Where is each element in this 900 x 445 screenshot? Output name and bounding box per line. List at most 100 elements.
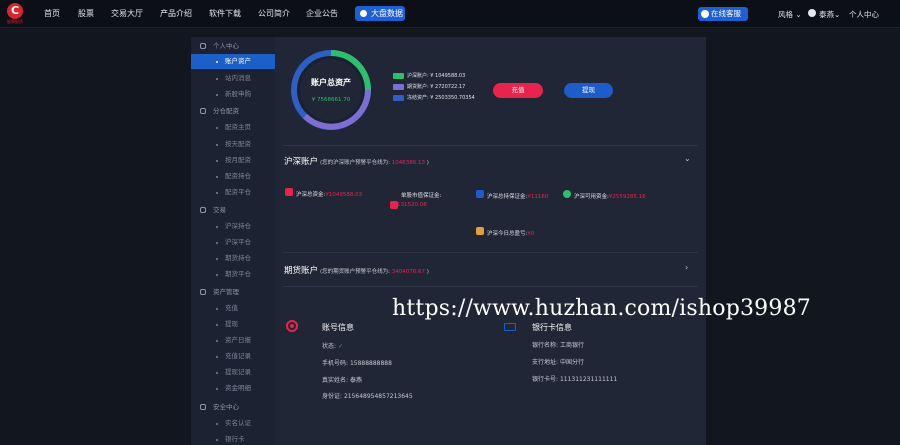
field-value: 工商银行: [559, 342, 584, 349]
chevron-down-icon: ⌄: [834, 10, 841, 19]
assets-donut-chart: [291, 50, 371, 130]
nav-home[interactable]: 首页: [44, 8, 60, 19]
sidebar-group-label: 资产管理: [213, 288, 239, 296]
field-value: 215648954857213645: [343, 393, 413, 400]
stat-value: ¥1049588.03: [325, 192, 363, 198]
warning-text: (您的期货账户预警平仓线为:: [320, 269, 390, 275]
sidebar-group-trade[interactable]: 交易: [191, 203, 275, 217]
sidebar-group-label: 交易: [213, 206, 226, 214]
stat-hs-available: 沪深可用资金:¥2559285.16: [563, 190, 646, 200]
bank-card-icon: [504, 323, 516, 331]
chevron-down-icon: ⌄: [795, 10, 802, 19]
logo-mark: C: [7, 3, 23, 19]
account-id-card: 身份证: 215648954857213645: [322, 391, 413, 400]
hs-account-warning: (您的沪深账户预警平仓线为: 1046386.13 ): [320, 158, 429, 166]
stat-label: 单股市值保证金:: [401, 193, 442, 199]
stat-value: ¥2559285.16: [608, 194, 646, 200]
sidebar-item-alloc-close[interactable]: 配资平仓: [191, 185, 275, 200]
user-menu[interactable]: 泰燕⌄: [819, 9, 840, 20]
hs-account-title: 沪深账户: [284, 157, 319, 167]
sidebar-item-bank-card[interactable]: 银行卡: [191, 432, 275, 445]
sidebar-item-ft-positions[interactable]: 期货持仓: [191, 251, 275, 266]
nav-products[interactable]: 产品介绍: [160, 8, 192, 19]
stat-value: ¥0: [527, 231, 535, 237]
site-logo[interactable]: C 股票配资: [4, 3, 26, 25]
style-label: 风格: [778, 10, 793, 19]
legend-label: 冻结资产: ¥ 2503350.70354: [407, 95, 475, 101]
sidebar-group-label: 个人中心: [213, 42, 239, 50]
sidebar-item-hs-close[interactable]: 沪深平仓: [191, 235, 275, 250]
sidebar-item-ipo[interactable]: 新股申购: [191, 87, 275, 102]
sidebar-item-messages[interactable]: 站内消息: [191, 71, 275, 86]
field-value: 中国分行: [559, 359, 584, 366]
personal-center-link[interactable]: 个人中心: [849, 9, 879, 20]
market-data-button[interactable]: 大盘数据: [355, 6, 405, 21]
account-phone: 手机号码: 15888888888: [322, 358, 392, 367]
online-service-label: 在线客服: [711, 9, 741, 18]
nav-company[interactable]: 公司简介: [258, 8, 290, 19]
sidebar-item-alloc-home[interactable]: 配资主页: [191, 120, 275, 135]
chart-icon: [360, 10, 367, 17]
main-panel: 账户总资产 ¥ 7568661.70 沪深账户: ¥ 1049588.03 期货…: [275, 37, 706, 445]
legend-frozen-assets: 冻结资产: ¥ 2503350.70354: [393, 94, 475, 102]
bank-card-number: 银行卡号: 111311231111111: [532, 374, 617, 383]
sidebar-item-daily-alloc[interactable]: 按天配资: [191, 137, 275, 152]
sidebar-item-account-assets[interactable]: 账户资产: [191, 54, 275, 69]
sidebar-item-ft-close[interactable]: 期货平仓: [191, 267, 275, 282]
sidebar-item-daily-report[interactable]: 资产日报: [191, 333, 275, 348]
chart-icon: [476, 190, 484, 198]
check-icon: ✓: [337, 343, 343, 350]
divider: [283, 286, 698, 287]
nav-notices[interactable]: 企业公告: [306, 8, 338, 19]
sidebar-group-security[interactable]: 安全中心: [191, 400, 275, 414]
bank-info-title: 银行卡信息: [532, 323, 572, 332]
account-status: 状态: ✓: [322, 341, 343, 350]
style-switcher[interactable]: 风格 ⌄: [778, 9, 802, 20]
sidebar-item-hs-positions[interactable]: 沪深持仓: [191, 219, 275, 234]
legend-label: 沪深账户: ¥ 1049588.03: [407, 73, 466, 79]
sidebar-item-withdraw-log[interactable]: 提现记录: [191, 365, 275, 380]
sidebar-group-assets[interactable]: 资产管理: [191, 285, 275, 299]
sidebar-group-personal[interactable]: 个人中心: [191, 39, 275, 53]
sidebar-group-allocation[interactable]: 分仓配资: [191, 104, 275, 118]
sidebar-item-recharge-log[interactable]: 充值记录: [191, 349, 275, 364]
watermark-text: https://www.huzhan.com/ishop39987: [392, 296, 811, 321]
money-bag-icon: [285, 188, 293, 196]
field-value: 15888888888: [349, 360, 392, 367]
gear-icon: [200, 108, 206, 114]
legend-swatch: [393, 95, 404, 101]
field-value: 111311231111111: [559, 376, 618, 383]
chevron-right-icon[interactable]: ›: [685, 263, 688, 272]
coin-icon: [563, 190, 571, 198]
warning-text: (您的沪深账户预警平仓线为:: [320, 160, 390, 166]
legend-swatch: [393, 84, 404, 90]
legend-label: 期货账户: ¥ 2720722.17: [407, 84, 466, 90]
sidebar-group-label: 分仓配资: [213, 107, 239, 115]
sidebar-item-withdraw[interactable]: 提现: [191, 317, 275, 332]
market-data-label: 大盘数据: [371, 9, 403, 18]
online-service-button[interactable]: 在线客服: [698, 7, 748, 21]
stat-hs-today-pnl: 沪深今日总盈亏:¥0: [476, 227, 535, 237]
sidebar-item-alloc-positions[interactable]: 配资持仓: [191, 169, 275, 184]
nav-stocks[interactable]: 股票: [78, 8, 94, 19]
withdraw-button[interactable]: 提现: [564, 83, 613, 98]
chevron-down-icon[interactable]: ⌄: [684, 154, 691, 163]
recharge-button[interactable]: 充值: [493, 83, 543, 98]
field-label: 银行卡号:: [532, 376, 559, 383]
total-assets-title: 账户总资产: [311, 78, 351, 87]
stat-hs-total-funds: 沪深总资金:¥1049588.03: [285, 188, 363, 198]
exchange-icon: [200, 207, 206, 213]
sidebar-item-monthly-alloc[interactable]: 按月配资: [191, 153, 275, 168]
sidebar-item-fund-details[interactable]: 资金明细: [191, 381, 275, 396]
sidebar-item-real-name[interactable]: 实名认证: [191, 416, 275, 431]
bank-name: 银行名称: 工商银行: [532, 340, 584, 349]
sidebar-item-recharge[interactable]: 充值: [191, 301, 275, 316]
warning-suffix: ): [426, 160, 429, 166]
nav-trading-hall[interactable]: 交易大厅: [111, 8, 143, 19]
nav-software[interactable]: 软件下载: [209, 8, 241, 19]
ft-account-title: 期货账户: [284, 266, 319, 276]
legend-futures-account: 期货账户: ¥ 2720722.17: [393, 83, 465, 91]
stat-hs-margin: 沪深总持保证金:¥11160: [476, 190, 548, 200]
bank-branch: 支行地址: 中国分行: [532, 357, 584, 366]
username: 泰燕: [819, 10, 834, 19]
